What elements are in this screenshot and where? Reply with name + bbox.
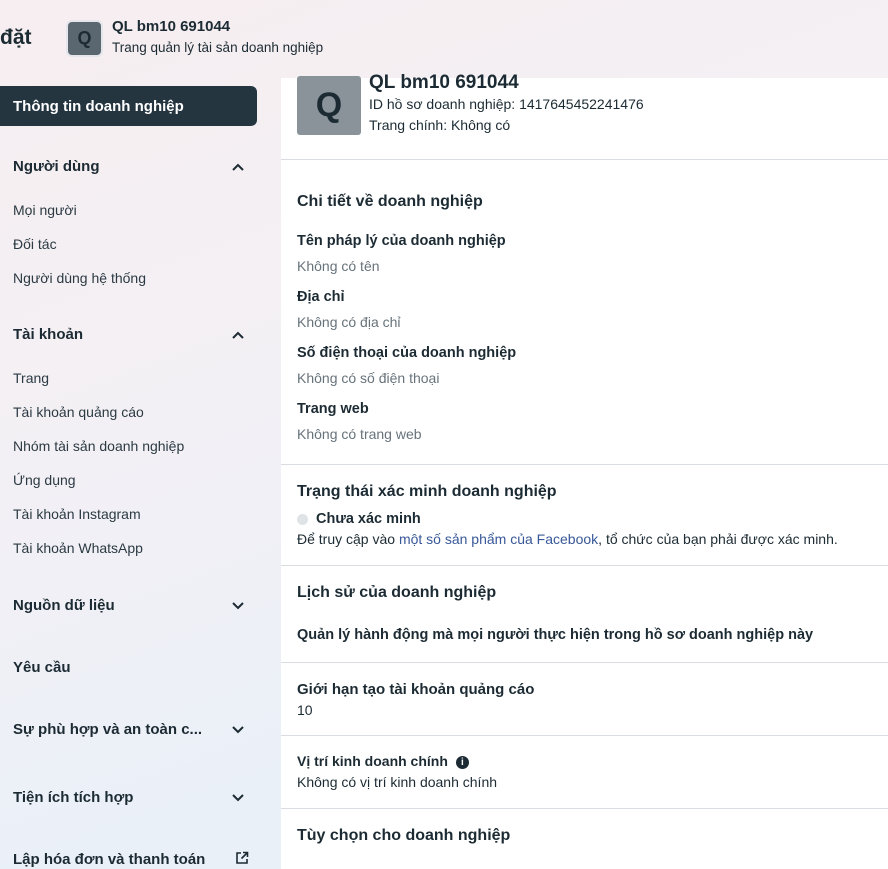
- sidebar-item-ad-accounts[interactable]: Tài khoản quảng cáo: [13, 404, 144, 420]
- sidebar-section-label: Lập hóa đơn và thanh toán: [13, 851, 206, 868]
- sidebar-section-billing[interactable]: Lập hóa đơn và thanh toán: [13, 851, 249, 868]
- manage-actions-link[interactable]: Quản lý hành động mà mọi người thực hiện…: [297, 627, 813, 643]
- phone-value: Không có số điện thoại: [297, 370, 440, 386]
- sidebar-item-people[interactable]: Mọi người: [13, 202, 77, 218]
- sidebar-item-partners[interactable]: Đối tác: [13, 236, 57, 252]
- business-avatar[interactable]: Q: [66, 20, 103, 57]
- business-details-heading: Chi tiết về doanh nghiệp: [297, 193, 483, 210]
- chevron-down-icon[interactable]: [231, 599, 245, 613]
- business-primary-page: Trang chính: Không có: [369, 117, 511, 133]
- ad-account-limit-value: 10: [297, 702, 313, 718]
- divider: [281, 662, 888, 663]
- sidebar-item-asset-groups[interactable]: Nhóm tài sản doanh nghiệp: [13, 438, 184, 454]
- verification-status: Chưa xác minh: [297, 511, 421, 527]
- legal-name-label: Tên pháp lý của doanh nghiệp: [297, 233, 506, 249]
- sidebar-section-users[interactable]: Người dùng: [13, 158, 245, 175]
- sidebar-section-data-sources[interactable]: Nguồn dữ liệu: [13, 597, 245, 614]
- primary-location-label: Vị trí kinh doanh chính: [297, 753, 448, 769]
- sidebar-item-whatsapp[interactable]: Tài khoản WhatsApp: [13, 540, 143, 556]
- sidebar-section-label: Tài khoản: [13, 326, 84, 343]
- divider: [281, 565, 888, 566]
- chevron-down-icon[interactable]: [231, 791, 245, 805]
- business-subtitle: Trang quản lý tài sản doanh nghiệp: [112, 40, 324, 55]
- top-header: đặt Q QL bm10 691044 Trang quản lý tài s…: [0, 0, 888, 78]
- address-label: Địa chỉ: [297, 289, 345, 305]
- sidebar-section-label: Nguồn dữ liệu: [13, 597, 115, 614]
- verification-heading: Trạng thái xác minh doanh nghiệp: [297, 483, 557, 500]
- legal-name-value: Không có tên: [297, 258, 380, 274]
- sidebar: Thông tin doanh nghiệp Người dùng Mọi ng…: [0, 78, 281, 869]
- business-history-heading: Lịch sử của doanh nghiệp: [297, 584, 497, 601]
- business-profile-id: ID hồ sơ doanh nghiệp: 1417645452241476: [369, 96, 644, 112]
- divider: [281, 159, 888, 160]
- sidebar-section-integrations[interactable]: Tiện ích tích hợp: [13, 789, 245, 806]
- sidebar-section-label: Người dùng: [13, 158, 100, 175]
- chevron-down-icon[interactable]: [231, 723, 245, 737]
- chevron-up-icon[interactable]: [231, 160, 245, 174]
- sidebar-section-requests[interactable]: Yêu cầu: [13, 659, 245, 676]
- status-dot-icon: [297, 513, 308, 525]
- divider: [281, 735, 888, 736]
- verification-note-prefix: Để truy cập vào: [297, 531, 399, 547]
- business-profile-avatar: Q: [297, 76, 361, 135]
- sidebar-section-label: Tiện ích tích hợp: [13, 789, 134, 806]
- website-label: Trang web: [297, 401, 369, 417]
- address-value: Không có địa chỉ: [297, 314, 401, 330]
- website-value: Không có trang web: [297, 426, 422, 442]
- facebook-products-link[interactable]: một số sản phẩm của Facebook: [399, 531, 598, 547]
- ad-account-limit-heading: Giới hạn tạo tài khoản quảng cáo: [297, 681, 535, 698]
- verification-note-suffix: , tổ chức của bạn phải được xác minh.: [598, 531, 838, 547]
- main-panel: Q QL bm10 691044 ID hồ sơ doanh nghiệp: …: [281, 72, 888, 869]
- sidebar-section-label: Yêu cầu: [13, 659, 71, 676]
- sidebar-section-accounts[interactable]: Tài khoản: [13, 326, 245, 343]
- sidebar-item-instagram[interactable]: Tài khoản Instagram: [13, 506, 141, 522]
- chevron-up-icon[interactable]: [231, 328, 245, 342]
- divider: [281, 808, 888, 809]
- sidebar-section-label: Sự phù hợp và an toàn c...: [13, 721, 203, 738]
- divider: [281, 464, 888, 465]
- page-title: đặt: [0, 26, 32, 49]
- verification-status-text: Chưa xác minh: [316, 511, 421, 527]
- sidebar-item-apps[interactable]: Ứng dụng: [13, 472, 76, 488]
- primary-location-value: Không có vị trí kinh doanh chính: [297, 774, 498, 790]
- sidebar-item-pages[interactable]: Trang: [13, 370, 49, 386]
- business-options-heading: Tùy chọn cho doanh nghiệp: [297, 827, 511, 844]
- primary-location-heading: Vị trí kinh doanh chính i: [297, 753, 469, 769]
- business-profile-name: QL bm10 691044: [369, 72, 519, 93]
- phone-label: Số điện thoại của doanh nghiệp: [297, 345, 517, 361]
- sidebar-section-compliance[interactable]: Sự phù hợp và an toàn c...: [13, 721, 245, 738]
- external-link-icon[interactable]: [235, 851, 249, 868]
- verification-note: Để truy cập vào một số sản phẩm của Face…: [297, 531, 838, 547]
- business-name[interactable]: QL bm10 691044: [112, 18, 230, 35]
- sidebar-item-system-users[interactable]: Người dùng hệ thống: [13, 270, 146, 286]
- sidebar-item-business-info[interactable]: Thông tin doanh nghiệp: [0, 86, 257, 126]
- info-icon[interactable]: i: [455, 756, 469, 769]
